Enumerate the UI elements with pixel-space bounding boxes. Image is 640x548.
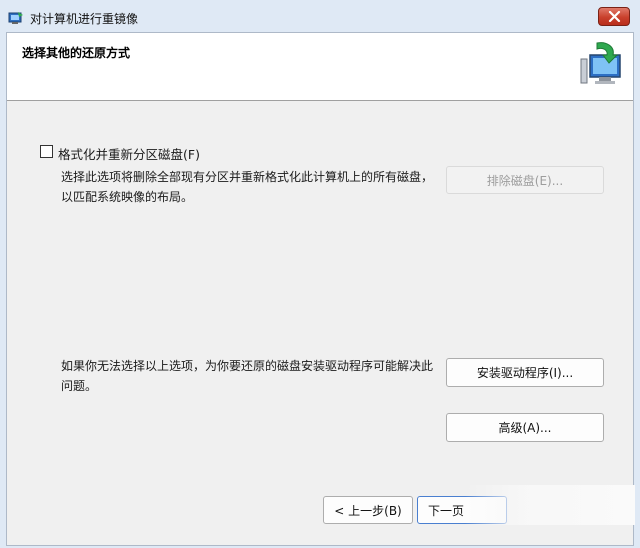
reimage-window: 对计算机进行重镜像 选择其他的还原方式 格式化并重新分区磁盘(F) 选择此选项将… (0, 0, 640, 548)
header-band: 选择其他的还原方式 (7, 33, 633, 101)
close-icon (608, 11, 621, 22)
page-title: 选择其他的还原方式 (22, 46, 131, 60)
back-button[interactable]: < 上一步(B) (323, 496, 413, 524)
wizard-content: 选择其他的还原方式 格式化并重新分区磁盘(F) 选择此选项将删除全部现有分区并重… (6, 32, 635, 546)
close-button[interactable] (598, 7, 630, 26)
format-disks-label[interactable]: 格式化并重新分区磁盘(F) (58, 144, 200, 163)
computer-restore-icon (580, 42, 621, 84)
advanced-button[interactable]: 高级(A)... (446, 413, 604, 442)
driver-description: 如果你无法选择以上选项，为你要还原的磁盘安装驱动程序可能解决此问题。 (61, 359, 434, 393)
exclude-disks-button[interactable]: 排除磁盘(E)... (446, 166, 604, 194)
install-driver-button[interactable]: 安装驱动程序(I)... (446, 358, 604, 387)
format-description: 选择此选项将删除全部现有分区并重新格式化此计算机上的所有磁盘，以匹配系统映像的布… (61, 170, 434, 204)
faded-corner-overlay (465, 485, 635, 525)
restore-app-icon (8, 12, 23, 24)
window-title: 对计算机进行重镜像 (30, 12, 139, 26)
format-disks-checkbox[interactable] (40, 145, 53, 158)
title-bar: 对计算机进行重镜像 (0, 0, 640, 34)
